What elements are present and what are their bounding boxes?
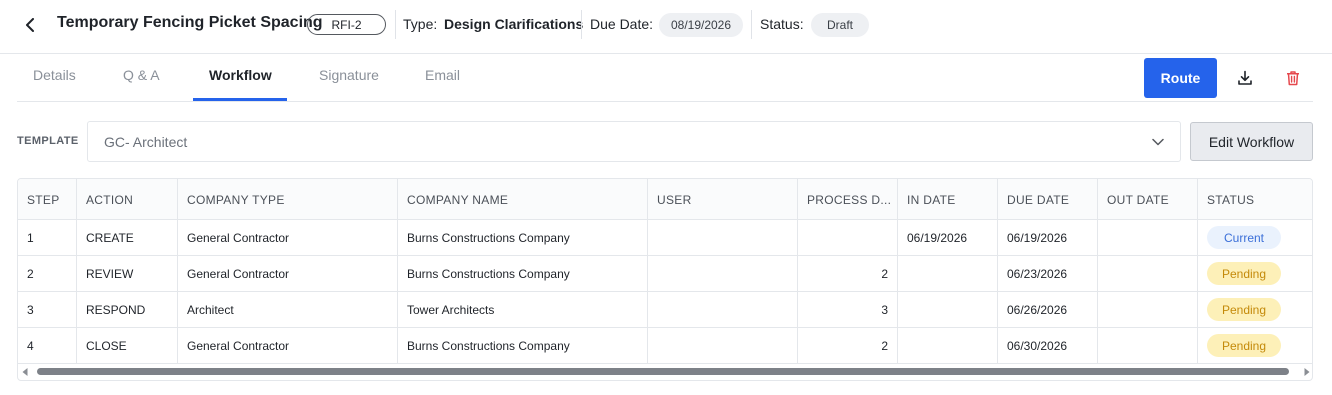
cell-process-days: 2 (798, 256, 898, 291)
table-row[interactable]: 2 REVIEW General Contractor Burns Constr… (18, 256, 1312, 292)
delete-button[interactable] (1281, 66, 1305, 90)
cell-due-date: 06/19/2026 (998, 220, 1098, 255)
trash-icon (1287, 71, 1299, 86)
download-icon (1238, 70, 1252, 85)
status-badge: Current (1207, 226, 1281, 249)
column-header-step[interactable]: STEP (18, 179, 77, 220)
table-row[interactable]: 3 RESPOND Architect Tower Architects 3 0… (18, 292, 1312, 328)
header-divider (395, 10, 396, 39)
workflow-table: STEP ACTION COMPANY TYPE COMPANY NAME US… (17, 178, 1313, 381)
tab-details[interactable]: Details (33, 67, 76, 83)
cell-step: 4 (18, 328, 77, 363)
scroll-right-arrow-icon[interactable] (1302, 367, 1312, 377)
cell-company-name: Tower Architects (398, 292, 648, 327)
page-title: Temporary Fencing Picket Spacing (57, 14, 323, 31)
cell-company-name: Burns Constructions Company (398, 328, 648, 363)
cell-company-type: General Contractor (178, 220, 398, 255)
column-header-user[interactable]: USER (648, 179, 798, 220)
type-value: Design Clarifications (444, 16, 584, 32)
column-header-company-type[interactable]: COMPANY TYPE (178, 179, 398, 220)
scrollbar-thumb[interactable] (37, 368, 1289, 375)
table-row[interactable]: 4 CLOSE General Contractor Burns Constru… (18, 328, 1312, 364)
cell-user (648, 292, 798, 327)
cell-out-date (1098, 220, 1198, 255)
column-header-company-name[interactable]: COMPANY NAME (398, 179, 648, 220)
cell-action: CLOSE (77, 328, 178, 363)
cell-in-date: 06/19/2026 (898, 220, 998, 255)
cell-out-date (1098, 256, 1198, 291)
cell-company-name: Burns Constructions Company (398, 220, 648, 255)
tab-workflow[interactable]: Workflow (209, 67, 272, 83)
back-button[interactable] (20, 14, 40, 36)
cell-status: Current (1198, 220, 1312, 255)
column-header-due-date[interactable]: DUE DATE (998, 179, 1098, 220)
cell-user (648, 328, 798, 363)
column-header-action[interactable]: ACTION (77, 179, 178, 220)
cell-action: RESPOND (77, 292, 178, 327)
cell-process-days (798, 220, 898, 255)
scroll-left-arrow-icon[interactable] (20, 367, 30, 377)
table-header-row: STEP ACTION COMPANY TYPE COMPANY NAME US… (18, 179, 1312, 220)
cell-action: REVIEW (77, 256, 178, 291)
status-badge: Pending (1207, 298, 1281, 321)
cell-in-date (898, 256, 998, 291)
cell-action: CREATE (77, 220, 178, 255)
cell-company-type: General Contractor (178, 256, 398, 291)
cell-out-date (1098, 328, 1198, 363)
cell-user (648, 220, 798, 255)
header-divider (751, 10, 752, 39)
tab-signature[interactable]: Signature (319, 67, 379, 83)
header-divider-line (0, 53, 1332, 54)
cell-out-date (1098, 292, 1198, 327)
template-select[interactable]: GC- Architect (87, 121, 1181, 162)
cell-company-type: Architect (178, 292, 398, 327)
cell-company-name: Burns Constructions Company (398, 256, 648, 291)
status-label: Status: (760, 16, 804, 32)
cell-due-date: 06/26/2026 (998, 292, 1098, 327)
cell-status: Pending (1198, 256, 1312, 291)
page-header: Temporary Fencing Picket Spacing RFI-2 T… (0, 0, 1332, 50)
cell-user (648, 256, 798, 291)
due-date-chip: 08/19/2026 (659, 13, 743, 37)
status-badge: Pending (1207, 262, 1281, 285)
cell-process-days: 3 (798, 292, 898, 327)
type-label: Type: (403, 16, 438, 32)
cell-in-date (898, 328, 998, 363)
chevron-left-icon (26, 18, 34, 32)
edit-workflow-button[interactable]: Edit Workflow (1190, 122, 1313, 161)
cell-step: 2 (18, 256, 77, 291)
table-row[interactable]: 1 CREATE General Contractor Burns Constr… (18, 220, 1312, 256)
column-header-process-days[interactable]: PROCESS D... (798, 179, 898, 220)
active-tab-indicator (193, 98, 287, 101)
template-label: TEMPLATE (17, 135, 79, 147)
tab-email[interactable]: Email (425, 67, 460, 83)
tab-q-and-a[interactable]: Q & A (123, 67, 160, 83)
status-chip: Draft (811, 13, 869, 37)
cell-step: 1 (18, 220, 77, 255)
cell-status: Pending (1198, 292, 1312, 327)
header-divider (581, 10, 582, 39)
cell-due-date: 06/23/2026 (998, 256, 1098, 291)
cell-due-date: 06/30/2026 (998, 328, 1098, 363)
template-value: GC- Architect (104, 134, 188, 150)
download-button[interactable] (1233, 66, 1257, 90)
chevron-down-icon (1150, 134, 1166, 150)
column-header-out-date[interactable]: OUT DATE (1098, 179, 1198, 220)
column-header-status[interactable]: STATUS (1198, 179, 1312, 220)
status-badge: Pending (1207, 334, 1281, 357)
cell-in-date (898, 292, 998, 327)
tabs-divider-line (17, 101, 1313, 102)
route-button[interactable]: Route (1144, 58, 1217, 98)
cell-company-type: General Contractor (178, 328, 398, 363)
rfi-id-badge: RFI-2 (307, 14, 386, 35)
due-date-label: Due Date: (590, 16, 654, 32)
cell-step: 3 (18, 292, 77, 327)
horizontal-scrollbar[interactable] (18, 364, 1312, 379)
column-header-in-date[interactable]: IN DATE (898, 179, 998, 220)
cell-process-days: 2 (798, 328, 898, 363)
cell-status: Pending (1198, 328, 1312, 363)
